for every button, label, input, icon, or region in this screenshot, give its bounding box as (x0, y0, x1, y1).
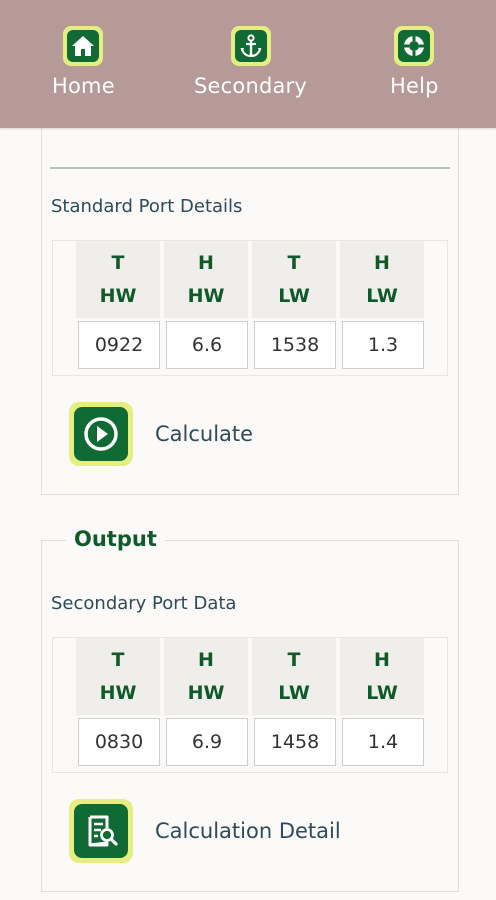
calculate-label: Calculate (155, 422, 254, 446)
standard-port-panel: Standard Port Details T HW H HW T LW H LW 09… (41, 100, 459, 495)
header-h-hw: H HW (164, 241, 248, 318)
top-nav-bar: Home Secondary Help (0, 0, 496, 128)
standard-port-table: T HW H HW T LW H LW 0922 6.6 1538 1.3 (52, 240, 448, 376)
divider (50, 167, 450, 169)
input-h-hw[interactable]: 6.6 (166, 321, 248, 369)
nav-home[interactable]: Home (52, 26, 115, 98)
input-t-lw[interactable]: 1538 (254, 321, 336, 369)
calculation-detail-button[interactable]: Calculation Detail (69, 799, 341, 863)
nav-secondary[interactable]: Secondary (194, 26, 307, 98)
calculation-detail-label: Calculation Detail (155, 819, 341, 843)
output-header-h-hw: H HW (164, 638, 248, 715)
header-t-hw: T HW (76, 241, 160, 318)
calculate-button[interactable]: Calculate (69, 402, 253, 466)
output-t-hw: 0830 (78, 718, 160, 766)
header-t-lw: T LW (252, 241, 336, 318)
nav-help-label: Help (390, 74, 439, 98)
output-header-t-hw: T HW (76, 638, 160, 715)
anchor-icon[interactable] (230, 26, 271, 66)
secondary-port-table: T HW H HW T LW H LW 0830 6.9 1458 1.4 (52, 637, 448, 773)
standard-port-details-label: Standard Port Details (51, 196, 243, 217)
document-search-icon[interactable] (69, 799, 133, 863)
nav-home-label: Home (52, 74, 115, 98)
nav-help[interactable]: Help (390, 26, 439, 98)
output-panel: Output Secondary Port Data T HW H HW T LW H… (41, 527, 459, 892)
output-header-t-lw: T LW (252, 638, 336, 715)
output-header-h-lw: H LW (340, 638, 424, 715)
output-h-hw: 6.9 (166, 718, 248, 766)
lifebuoy-icon[interactable] (394, 26, 435, 66)
home-icon[interactable] (63, 26, 104, 66)
output-h-lw: 1.4 (342, 718, 424, 766)
input-t-hw[interactable]: 0922 (78, 321, 160, 369)
header-h-lw: H LW (340, 241, 424, 318)
output-t-lw: 1458 (254, 718, 336, 766)
nav-secondary-label: Secondary (194, 74, 308, 98)
play-circle-icon[interactable] (69, 402, 133, 466)
output-legend: Output (66, 527, 165, 551)
input-h-lw[interactable]: 1.3 (342, 321, 424, 369)
secondary-port-data-label: Secondary Port Data (51, 593, 237, 614)
